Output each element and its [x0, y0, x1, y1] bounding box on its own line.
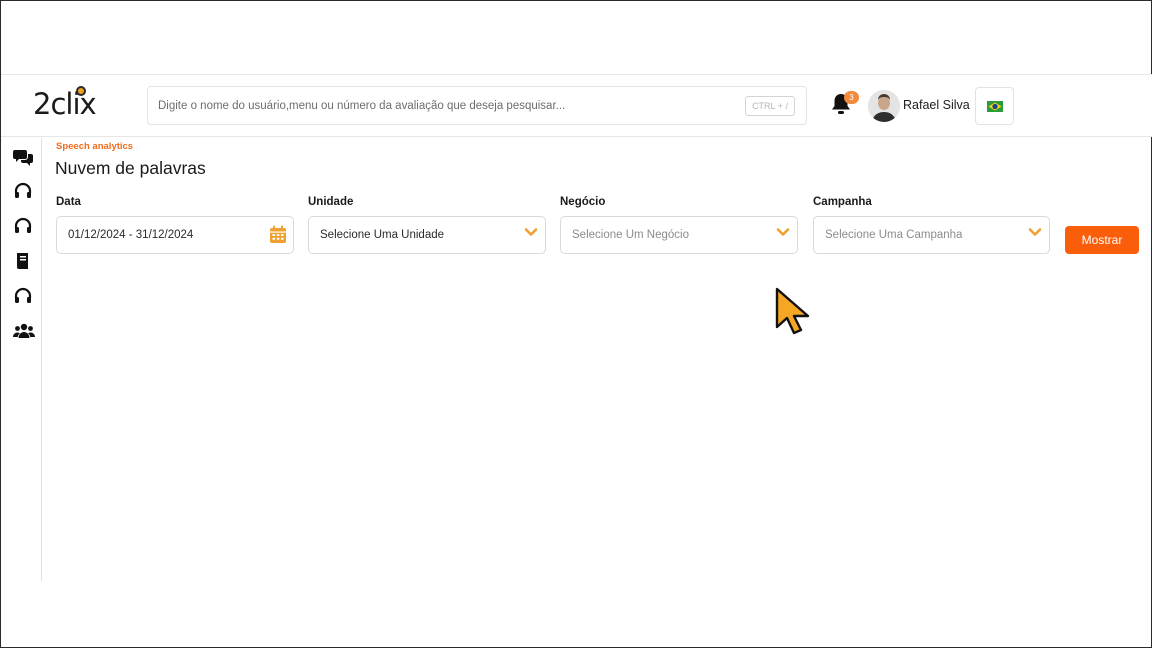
headset-icon	[14, 217, 32, 233]
brazil-flag-icon	[987, 101, 1003, 112]
user-name[interactable]: Rafael Silva	[903, 98, 970, 112]
chat-bubbles-icon	[13, 150, 33, 166]
unit-select-value: Selecione Uma Unidade	[320, 229, 445, 241]
business-label: Negócio	[560, 196, 606, 208]
date-range-value: 01/12/2024 - 31/12/2024	[68, 229, 194, 241]
global-search: CTRL + /	[147, 86, 807, 125]
headset-icon	[14, 287, 32, 303]
logo-text: 2clix	[33, 87, 97, 121]
book-icon	[17, 253, 28, 270]
campaign-select[interactable]: Selecione Uma Campanha	[813, 216, 1050, 254]
sidebar-item-chat[interactable]	[13, 147, 33, 167]
sidebar	[1, 138, 42, 581]
top-bar: 2clix CTRL + / 3 Rafael Silva	[1, 74, 1152, 137]
sidebar-item-headset-1[interactable]	[13, 181, 33, 201]
logo-dot-icon	[76, 86, 86, 96]
sidebar-item-users[interactable]	[13, 321, 35, 341]
business-select[interactable]: Selecione Um Negócio	[560, 216, 798, 254]
headset-icon	[14, 182, 32, 198]
app-window: 2clix CTRL + / 3 Rafael Silva	[0, 0, 1152, 648]
mouse-pointer-icon	[775, 287, 810, 335]
sidebar-item-book[interactable]	[13, 251, 33, 271]
business-select-value: Selecione Um Negócio	[572, 229, 689, 241]
language-selector[interactable]	[975, 87, 1014, 125]
chevron-down-icon	[1028, 228, 1042, 236]
chevron-down-icon	[776, 228, 790, 236]
search-shortcut-hint: CTRL + /	[745, 96, 795, 116]
notifications-count-badge: 3	[844, 91, 859, 104]
chevron-down-icon	[524, 228, 538, 236]
calendar-icon	[270, 225, 286, 243]
campaign-select-value: Selecione Uma Campanha	[825, 229, 963, 241]
unit-label: Unidade	[308, 196, 354, 208]
show-button[interactable]: Mostrar	[1065, 226, 1139, 254]
user-avatar[interactable]	[868, 90, 900, 122]
sidebar-item-headset-3[interactable]	[13, 286, 33, 306]
sidebar-item-headset-2[interactable]	[13, 216, 33, 236]
logo[interactable]: 2clix	[33, 85, 107, 125]
users-icon	[13, 323, 35, 338]
breadcrumb[interactable]: Speech analytics	[56, 141, 133, 152]
date-label: Data	[56, 196, 81, 208]
page-title: Nuvem de palavras	[55, 158, 206, 178]
date-range-picker[interactable]: 01/12/2024 - 31/12/2024	[56, 216, 294, 254]
campaign-label: Campanha	[813, 196, 872, 208]
search-input[interactable]	[158, 87, 738, 124]
unit-select[interactable]: Selecione Uma Unidade	[308, 216, 546, 254]
